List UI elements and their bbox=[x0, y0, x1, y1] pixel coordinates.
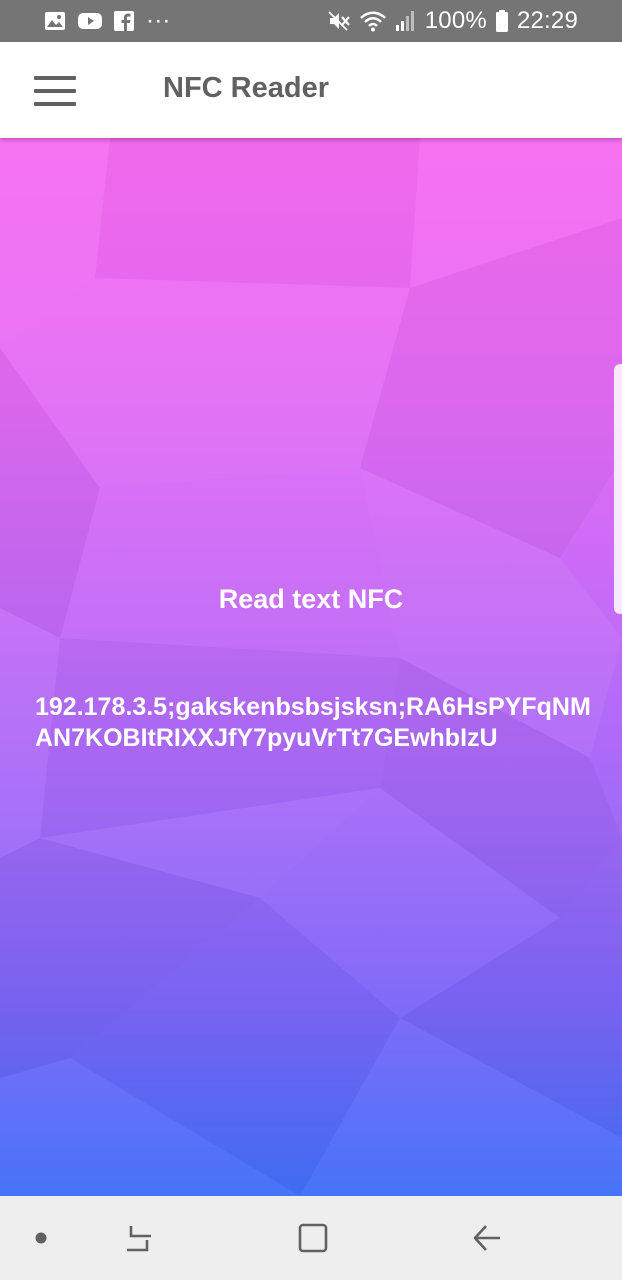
screen: ··· 100% 22:29 NFC Reader Read text NFC … bbox=[0, 0, 622, 1280]
mute-icon bbox=[327, 10, 351, 32]
dot-icon[interactable] bbox=[19, 1216, 63, 1260]
image-icon bbox=[44, 11, 66, 31]
recents-icon[interactable] bbox=[117, 1216, 161, 1260]
status-bar-right: 100% 22:29 bbox=[327, 7, 578, 35]
background-pattern bbox=[0, 138, 622, 1196]
status-bar-left: ··· bbox=[44, 7, 171, 35]
clock: 22:29 bbox=[516, 7, 578, 34]
battery-percent: 100% bbox=[424, 7, 487, 34]
hamburger-menu-icon[interactable] bbox=[34, 76, 76, 106]
youtube-icon bbox=[78, 12, 102, 30]
more-icon: ··· bbox=[146, 7, 171, 34]
back-icon[interactable] bbox=[465, 1216, 509, 1260]
wifi-icon bbox=[359, 10, 387, 32]
facebook-icon bbox=[114, 11, 134, 31]
home-icon[interactable] bbox=[291, 1216, 335, 1260]
signal-icon bbox=[395, 10, 417, 32]
edge-panel-handle[interactable] bbox=[614, 364, 622, 614]
navigation-bar bbox=[0, 1196, 622, 1280]
app-bar: NFC Reader bbox=[0, 42, 622, 138]
read-nfc-heading: Read text NFC bbox=[218, 584, 404, 614]
status-bar: ··· 100% 22:29 bbox=[0, 0, 622, 42]
battery-icon bbox=[495, 10, 509, 32]
nfc-text-value: 192.178.3.5;gakskenbsbsjsksn;RA6HsPYFqNM… bbox=[35, 693, 591, 752]
app-title: NFC Reader bbox=[163, 72, 329, 104]
nfc-content-area: Read text NFC 192.178.3.5;gakskenbsbsjsk… bbox=[0, 138, 622, 1196]
